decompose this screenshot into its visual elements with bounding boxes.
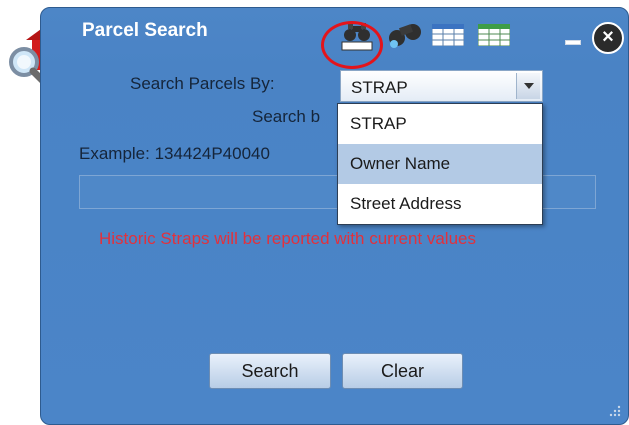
dropdown-option-owner-name[interactable]: Owner Name [338,144,542,184]
warning-text: Historic Straps will be reported with cu… [99,229,476,248]
dropdown-option-street-address[interactable]: Street Address [338,184,542,224]
search-button[interactable]: Search [209,353,331,389]
close-icon: × [602,26,614,48]
search-by-dropdown: STRAP Owner Name Street Address [337,103,543,225]
highlight-circle [321,21,383,69]
window-title: Parcel Search [82,20,208,41]
search-by-partial-label: Search b [252,107,321,126]
table-icon[interactable] [432,24,464,46]
example-text: Example: 134424P40040 [79,144,270,163]
binoculars-icon[interactable] [386,16,426,52]
search-by-select[interactable]: STRAP [340,70,543,102]
select-value: STRAP [351,78,408,97]
clear-button[interactable]: Clear [342,353,463,389]
minimize-button[interactable] [565,40,581,45]
close-button[interactable]: × [592,22,624,54]
search-by-label: Search Parcels By: [130,74,275,93]
chevron-down-icon[interactable] [516,73,540,99]
dropdown-option-strap[interactable]: STRAP [338,104,542,144]
table-grid-icon[interactable] [478,24,510,46]
resize-grip-icon[interactable] [607,403,621,417]
